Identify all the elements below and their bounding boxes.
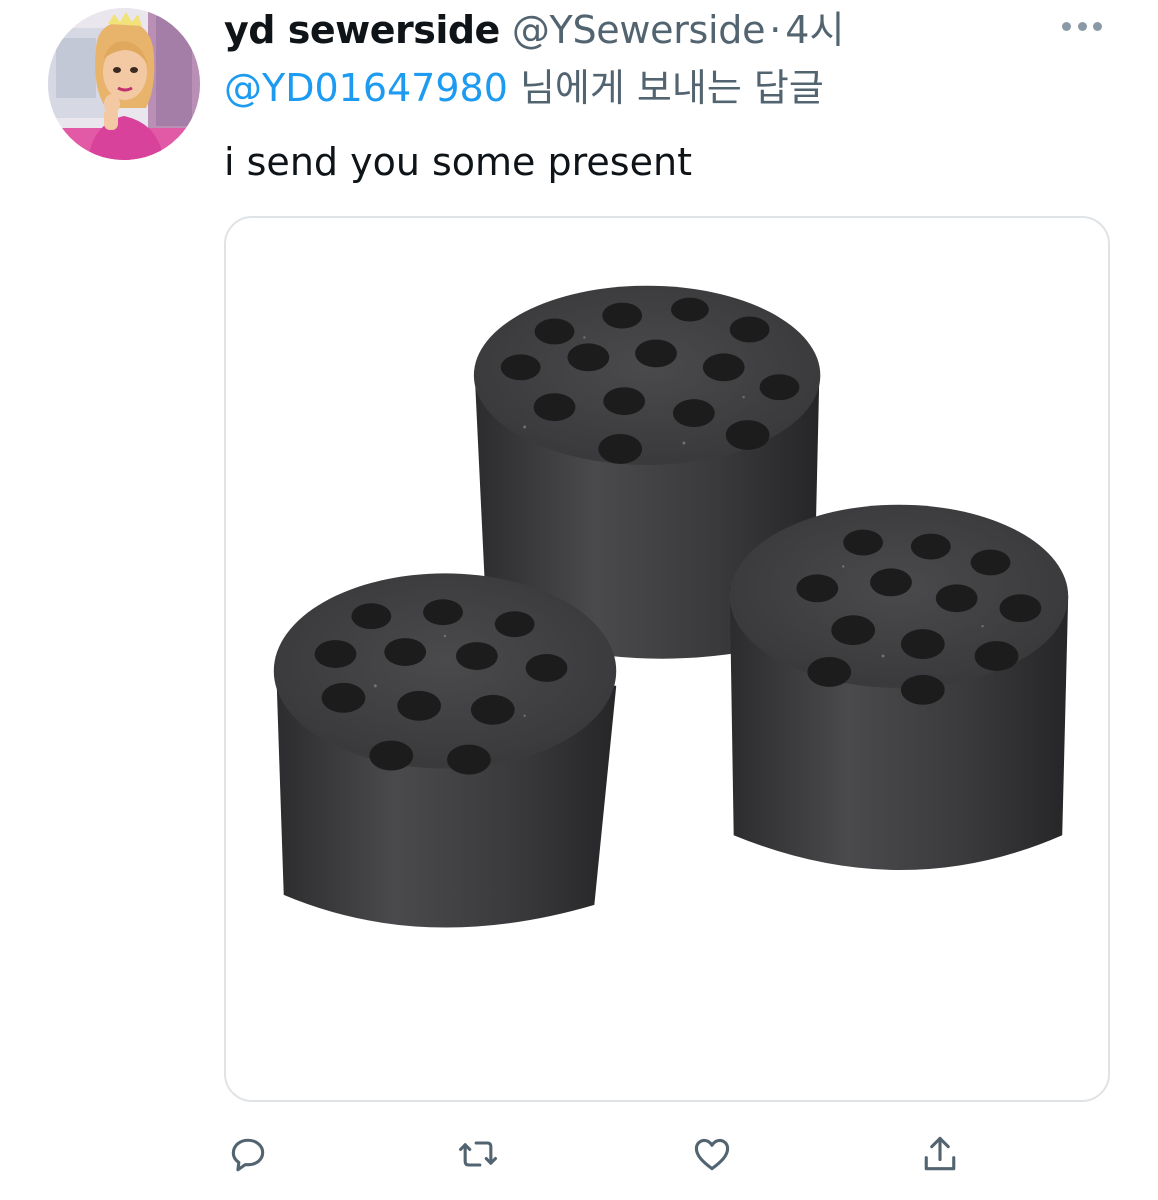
separator-dot: · xyxy=(769,8,782,52)
replying-to-line: @YD01647980 님에게 보내는 답글 xyxy=(224,62,824,114)
cartoon-avatar-image xyxy=(48,8,200,160)
media-image[interactable] xyxy=(224,216,1110,1102)
tweet: yd sewerside @YSewerside · 4시 @YD0164798… xyxy=(0,0,1158,1200)
retweet-arrows-icon xyxy=(459,1141,497,1167)
like-button[interactable] xyxy=(688,1130,736,1178)
avatar[interactable] xyxy=(48,8,200,160)
more-dot-icon xyxy=(1093,21,1102,31)
reply-to-suffix: 님에게 보내는 답글 xyxy=(507,66,824,110)
tweet-header: yd sewerside @YSewerside · 4시 xyxy=(224,6,844,54)
retweet-button[interactable] xyxy=(454,1130,502,1178)
charcoal-briquettes-photo xyxy=(273,285,1069,928)
tweet-timestamp[interactable]: 4시 xyxy=(785,6,844,54)
reply-button[interactable] xyxy=(224,1130,272,1178)
heart-icon xyxy=(694,1138,730,1171)
tweet-action-bar xyxy=(224,1130,984,1178)
share-upload-icon xyxy=(924,1136,956,1171)
more-dot-icon xyxy=(1077,21,1087,31)
tweet-text: i send you some present xyxy=(224,140,692,184)
reply-mention-link[interactable]: @YD01647980 xyxy=(224,66,508,110)
more-dot-icon xyxy=(1062,21,1071,31)
speech-bubble-icon xyxy=(231,1138,265,1172)
more-options-button[interactable] xyxy=(1058,14,1106,38)
share-button[interactable] xyxy=(916,1130,964,1178)
user-handle[interactable]: @YSewerside xyxy=(512,6,766,54)
display-name[interactable]: yd sewerside xyxy=(224,6,500,54)
